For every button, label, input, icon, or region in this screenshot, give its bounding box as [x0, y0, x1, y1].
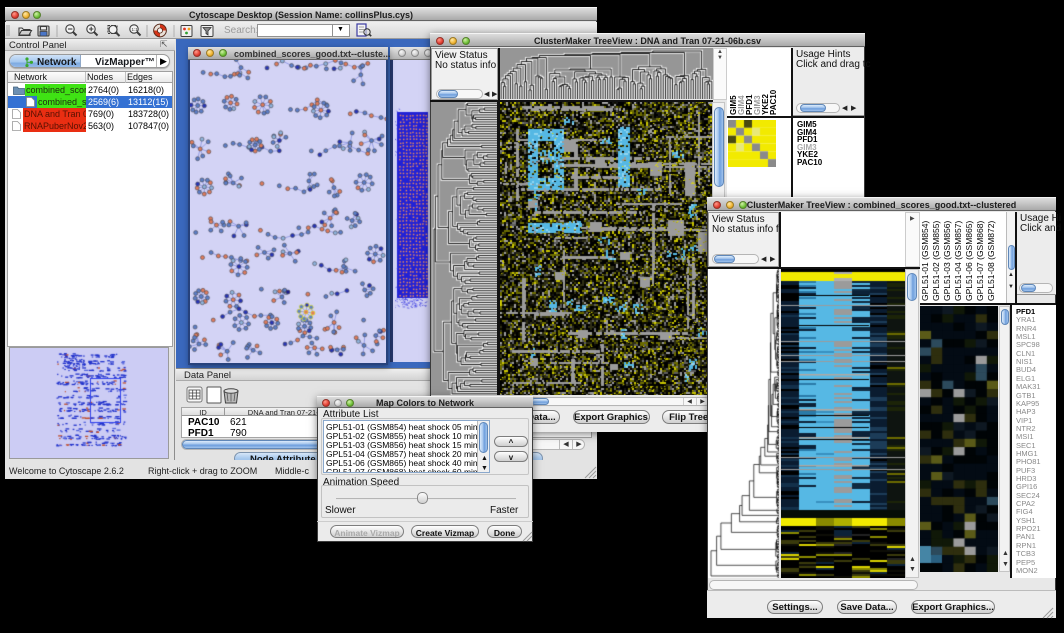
- svg-text:GPL51-07 (GSM868): GPL51-07 (GSM868): [975, 221, 985, 301]
- svg-text:GPL51-03 (GSM856): GPL51-03 (GSM856): [942, 221, 952, 301]
- svg-text:GPL51-06 (GSM865): GPL51-06 (GSM865): [964, 221, 974, 301]
- svg-text:GPL51-01 (GSM854): GPL51-01 (GSM854): [920, 221, 930, 301]
- svg-text:GPL51-02 (GSM855): GPL51-02 (GSM855): [931, 221, 941, 301]
- svg-text:1:1: 1:1: [132, 27, 139, 32]
- svg-text:PAC10: PAC10: [769, 89, 778, 115]
- svg-text:GPL51-04 (GSM857): GPL51-04 (GSM857): [953, 221, 963, 301]
- svg-text:GPL51-08 (GSM872): GPL51-08 (GSM872): [986, 221, 996, 301]
